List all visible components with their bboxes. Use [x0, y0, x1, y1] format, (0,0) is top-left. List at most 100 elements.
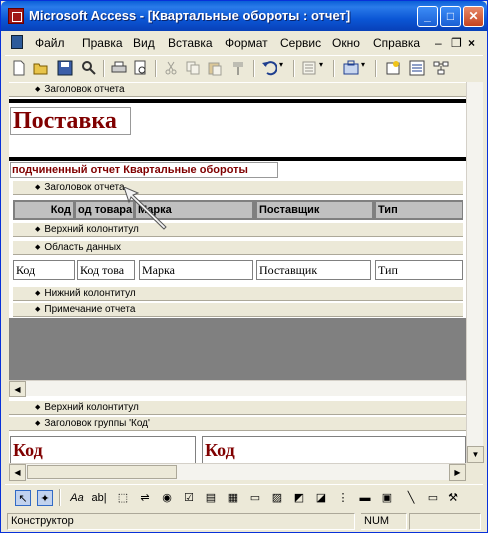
line-icon[interactable]: ╲ [403, 490, 419, 506]
field-product-code[interactable]: Код това [77, 260, 135, 280]
pointer-cursor [124, 187, 167, 230]
band-page-header[interactable]: Верхний колонтитул [9, 400, 466, 415]
band-report-header[interactable]: Заголовок отчета [9, 82, 466, 97]
subform-icon[interactable]: ▣ [379, 490, 395, 506]
status-mode: Конструктор [7, 513, 355, 530]
field-supplier[interactable]: Поставщик [256, 260, 371, 280]
status-empty [409, 513, 481, 530]
menu-file[interactable]: Файл [35, 36, 65, 50]
group-field-code-label[interactable]: Код [10, 436, 196, 463]
horizontal-scrollbar[interactable]: ◀ ▶ [9, 463, 466, 481]
subreport-band-report-footer[interactable]: Примечание отчета [13, 302, 463, 317]
report-title[interactable]: Поставка [10, 107, 131, 135]
option-button-icon[interactable]: ◉ [159, 490, 175, 506]
menu-tools[interactable]: Сервис [280, 36, 321, 50]
subreport-band-detail[interactable]: Область данных [13, 240, 463, 255]
build-icon[interactable] [433, 60, 449, 76]
toolbar-separator [375, 60, 377, 77]
access-window: Microsoft Access - [Квартальные обороты … [0, 0, 488, 533]
undo-dropdown-icon[interactable]: ▾ [279, 60, 287, 76]
option-group-icon[interactable]: ⬚ [115, 490, 131, 506]
field-code[interactable]: Код [13, 260, 75, 280]
save-icon[interactable] [57, 60, 73, 76]
band-group-header[interactable]: Заголовок группы 'Код' [9, 416, 466, 431]
open-icon[interactable] [33, 60, 49, 76]
image-icon[interactable]: ▨ [269, 490, 285, 506]
copy-icon[interactable] [185, 60, 201, 76]
group-field-code[interactable]: Код [202, 436, 466, 463]
unbound-object-icon[interactable]: ◩ [291, 490, 307, 506]
subreport-horizontal-scrollbar[interactable]: ◀ [9, 380, 466, 397]
check-box-icon[interactable]: ☑ [181, 490, 197, 506]
scroll-corner [466, 463, 483, 480]
toolbox-dropdown-icon[interactable]: ▾ [361, 60, 369, 76]
control-wizards-icon[interactable]: ✦ [37, 490, 53, 506]
report-header-top-line [9, 99, 466, 103]
mdi-minimize-button[interactable]: – [435, 36, 442, 50]
toolbox-icon[interactable] [343, 60, 359, 76]
undo-icon[interactable] [261, 60, 278, 76]
subreport-band-page-footer-label: Нижний колонтитул [35, 288, 135, 299]
status-bar: Конструктор NUM [5, 512, 483, 530]
report-design-surface[interactable]: Заголовок отчета Поставка подчиненный от… [9, 82, 466, 463]
mdi-restore-button[interactable]: ❐ [451, 36, 462, 50]
menu-edit[interactable]: Правка [82, 36, 123, 50]
subreport-empty-area [9, 318, 466, 380]
cut-icon[interactable] [163, 60, 179, 76]
report-design-toolbar: ▾ ▾ ▾ [5, 55, 483, 79]
report-doc-icon[interactable] [11, 35, 23, 49]
print-preview-icon[interactable] [133, 60, 149, 76]
header-type[interactable]: Тип [375, 201, 463, 219]
select-objects-icon[interactable]: ↖ [15, 490, 31, 506]
list-box-icon[interactable]: ▦ [225, 490, 241, 506]
toggle-button-icon[interactable]: ⇌ [137, 490, 153, 506]
rectangle-icon[interactable]: ▭ [425, 490, 441, 506]
menu-help[interactable]: Справка [373, 36, 420, 50]
access-app-icon[interactable] [8, 8, 24, 24]
bound-object-icon[interactable]: ◪ [313, 490, 329, 506]
print-icon[interactable] [111, 60, 127, 76]
label-icon[interactable]: Aa [69, 490, 85, 506]
title-bar[interactable]: Microsoft Access - [Квартальные обороты … [1, 1, 487, 31]
header-supplier[interactable]: Поставщик [256, 201, 373, 219]
subreport-band-page-header[interactable]: Верхний колонтитул [13, 222, 463, 237]
scroll-left-icon[interactable]: ◀ [9, 464, 26, 481]
toolbar-separator [253, 60, 255, 77]
field-type[interactable]: Тип [375, 260, 463, 280]
text-box-icon[interactable]: ab| [91, 490, 107, 506]
vertical-scrollbar[interactable]: ▼ [466, 82, 484, 463]
scroll-thumb[interactable] [27, 465, 177, 479]
format-painter-icon[interactable] [231, 60, 247, 76]
subreport-band-page-footer[interactable]: Нижний колонтитул [13, 286, 463, 301]
paste-icon[interactable] [207, 60, 223, 76]
field-list-dropdown-icon[interactable]: ▾ [319, 60, 327, 76]
menu-format[interactable]: Формат [225, 36, 268, 50]
search-icon[interactable] [81, 60, 97, 76]
band-page-header-label: Верхний колонтитул [35, 402, 139, 413]
page-break-icon[interactable]: ⋮ [335, 490, 351, 506]
toolbar-separator [59, 489, 61, 506]
menu-insert[interactable]: Вставка [168, 36, 213, 50]
combo-box-icon[interactable]: ▤ [203, 490, 219, 506]
toolbar-separator [155, 60, 157, 77]
scroll-left-icon[interactable]: ◀ [9, 381, 26, 397]
subreport-label[interactable]: подчиненный отчет Квартальные обороты [10, 162, 278, 178]
autoformat-icon[interactable] [385, 60, 401, 76]
command-button-icon[interactable]: ▭ [247, 490, 263, 506]
subreport-band-report-header[interactable]: Заголовок отчета [13, 180, 463, 195]
tab-control-icon[interactable]: ▬ [357, 490, 373, 506]
more-controls-icon[interactable]: ⚒ [445, 490, 461, 506]
minimize-button[interactable]: _ [417, 6, 438, 27]
header-code[interactable]: Код [14, 201, 74, 219]
mdi-close-button[interactable]: × [468, 36, 475, 50]
menu-window[interactable]: Окно [332, 36, 360, 50]
scroll-down-icon[interactable]: ▼ [467, 446, 484, 463]
scroll-right-icon[interactable]: ▶ [449, 464, 466, 481]
field-brand[interactable]: Марка [139, 260, 253, 280]
properties-icon[interactable] [409, 60, 425, 76]
close-button[interactable]: ✕ [463, 6, 484, 27]
new-icon[interactable] [11, 60, 27, 76]
maximize-button[interactable]: □ [440, 6, 461, 27]
menu-view[interactable]: Вид [133, 36, 155, 50]
field-list-icon[interactable] [301, 60, 317, 76]
